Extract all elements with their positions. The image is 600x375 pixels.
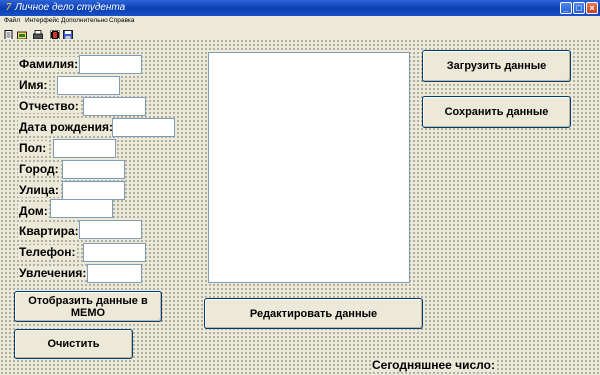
edit-data-label: Редактировать данные: [249, 307, 378, 320]
open-folder-icon[interactable]: [17, 27, 27, 40]
hobbies-input[interactable]: [87, 264, 142, 283]
patronymic-input[interactable]: [83, 97, 146, 116]
show-memo-label: Отобразить данные в MEMO: [28, 294, 148, 319]
printer-icon[interactable]: [33, 27, 43, 40]
label-street: Улица:: [18, 183, 60, 197]
label-apartment: Квартира:: [18, 224, 80, 238]
house-input[interactable]: [50, 199, 113, 218]
label-gender: Пол:: [18, 141, 48, 155]
label-hobbies: Увлечения:: [18, 266, 88, 280]
surname-input[interactable]: [79, 55, 142, 74]
menu-help[interactable]: Справка: [109, 16, 135, 26]
film-icon[interactable]: [50, 27, 60, 40]
gender-input[interactable]: [53, 139, 116, 158]
show-memo-button[interactable]: Отобразить данные в MEMO: [14, 291, 162, 322]
clear-button[interactable]: Очистить: [14, 329, 133, 359]
save-icon[interactable]: [63, 27, 73, 40]
menu-file[interactable]: Файл: [4, 16, 20, 26]
minimize-button[interactable]: _: [560, 2, 572, 14]
label-city: Город:: [18, 162, 60, 176]
memo-box[interactable]: [208, 52, 410, 283]
toolbar: [0, 26, 600, 40]
label-patronymic: Отчество:: [18, 99, 80, 113]
maximize-button[interactable]: □: [573, 2, 585, 14]
menu-bar: Файл Интерфейс Дополнительно Справка: [0, 16, 600, 26]
save-data-label: Сохранить данные: [444, 106, 549, 118]
load-data-label: Загрузить данные: [446, 60, 547, 72]
label-surname: Фамилия:: [18, 57, 80, 71]
clear-label: Очистить: [47, 338, 100, 350]
birthdate-input[interactable]: [112, 118, 175, 137]
edit-data-button[interactable]: Редактировать данные: [204, 298, 423, 329]
phone-input[interactable]: [83, 243, 146, 262]
menu-additional[interactable]: Дополнительно: [61, 16, 108, 26]
document-icon[interactable]: [4, 27, 14, 40]
label-house: Дом:: [18, 204, 49, 218]
apartment-input[interactable]: [79, 220, 142, 239]
save-data-button[interactable]: Сохранить данные: [422, 96, 571, 128]
window-title: Личное дело студента: [15, 2, 126, 13]
menu-interface[interactable]: Интерфейс: [25, 16, 59, 26]
label-phone: Телефон:: [18, 245, 77, 259]
load-data-button[interactable]: Загрузить данные: [422, 50, 571, 82]
app-window: 7 Личное дело студента _ □ × Файл Интерф…: [0, 0, 600, 375]
close-button[interactable]: ×: [586, 2, 598, 14]
today-label: Сегодняшнее число:: [371, 358, 496, 372]
city-input[interactable]: [62, 160, 125, 179]
form-area: Фамилия: Имя: Отчество: Дата рождения: П…: [0, 39, 600, 375]
title-bar[interactable]: 7 Личное дело студента _ □ ×: [0, 0, 600, 16]
name-input[interactable]: [57, 76, 120, 95]
app-icon: 7: [6, 2, 11, 13]
label-birthdate: Дата рождения:: [18, 120, 115, 134]
label-name: Имя:: [18, 78, 49, 92]
street-input[interactable]: [62, 181, 125, 200]
